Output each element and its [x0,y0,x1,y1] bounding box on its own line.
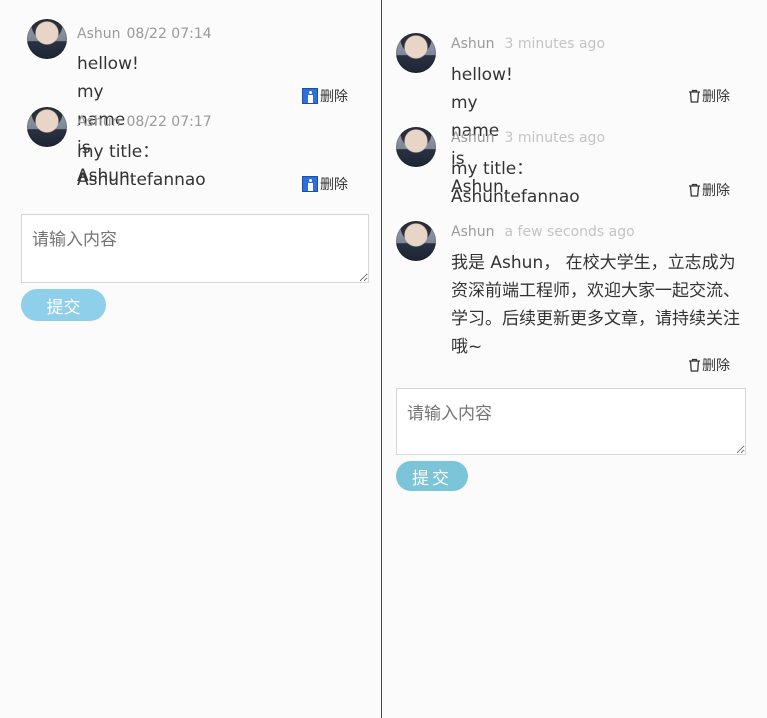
trash-icon [689,89,700,103]
comment-author: Ashun [451,130,495,146]
comment-time: 3 minutes ago [504,130,606,146]
person-delete-icon [302,88,318,104]
comment-time: 08/22 07:17 [126,114,212,130]
trash-icon [689,183,700,197]
avatar [396,127,436,167]
comment-meta: Ashun 3 minutes ago [451,36,605,52]
delete-button[interactable]: 删除 [302,86,348,106]
avatar [27,107,67,147]
comment-meta: Ashun 08/22 07:14 [77,26,212,42]
avatar [396,221,436,261]
submit-button[interactable]: 提交 [21,289,106,321]
trash-icon [689,358,700,372]
comment-meta: Ashun 3 minutes ago [451,130,605,146]
delete-button[interactable]: 删除 [688,355,730,375]
comment-author: Ashun [451,224,495,240]
comment-author: Ashun [77,114,121,130]
comment-text: my title：Ashuntefannao [77,142,206,190]
comment-text: 我是 Ashun， 在校大学生，立志成为资深前端工程师，欢迎大家一起交流、学习。… [451,253,740,357]
comment-text: my title：Ashuntefannao [451,159,580,207]
delete-label: 删除 [702,183,730,199]
comment-author: Ashun [451,36,495,52]
delete-button[interactable]: 删除 [302,174,348,194]
comment-time: a few seconds ago [504,224,635,240]
comment-time: 08/22 07:14 [126,26,212,42]
person-delete-icon [302,176,318,192]
avatar [27,19,67,59]
comment-meta: Ashun 08/22 07:17 [77,114,212,130]
delete-label: 删除 [320,177,348,193]
delete-label: 删除 [702,89,730,105]
delete-button[interactable]: 删除 [688,180,730,200]
comment-meta: Ashun a few seconds ago [451,224,635,240]
submit-button[interactable]: 提交 [396,461,468,491]
delete-button[interactable]: 删除 [688,86,730,106]
delete-label: 删除 [320,89,348,105]
comment-author: Ashun [77,26,121,42]
delete-label: 删除 [702,358,730,374]
right-comment-panel: Ashun 3 minutes ago hellow! my name is As… [383,0,767,718]
avatar [396,33,436,73]
left-comment-panel: Ashun 08/22 07:14 hellow! my name is Ashu… [0,0,382,718]
comment-input[interactable] [21,214,369,283]
comment-time: 3 minutes ago [504,36,606,52]
comment-input[interactable] [396,388,746,455]
